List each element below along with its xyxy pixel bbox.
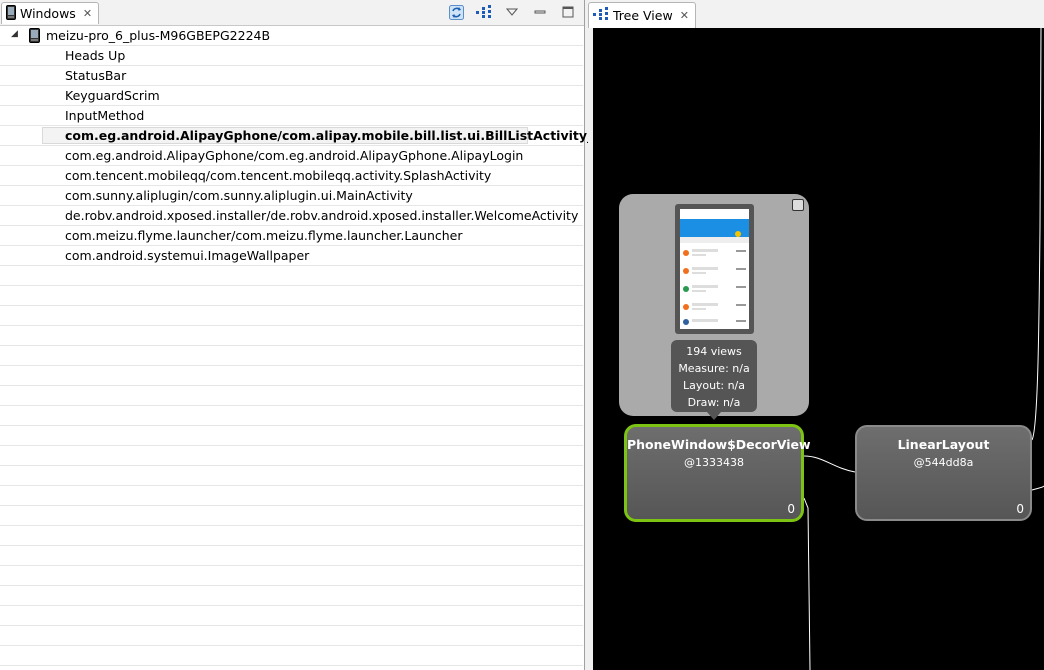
node-child-count: 0 [1016,502,1024,516]
device-node[interactable]: ◢ meizu-pro_6_plus-M96GBEPG2224B [0,26,583,46]
layout-time: Layout: n/a [682,379,745,392]
view-stats: 194 views Measure: n/a Layout: n/a Draw:… [671,340,757,412]
empty-row [0,566,583,586]
node-name: PhoneWindow$DecorView [627,437,811,452]
window-label: com.tencent.mobileqq/com.tencent.mobileq… [65,168,492,183]
empty-row [0,606,583,626]
empty-row [0,526,583,546]
tree-view-tabbar: Tree View ✕ [588,0,1044,28]
tree-node-linearlayout[interactable]: LinearLayout @544dd8a 0 [855,425,1032,521]
node-id: @1333438 [684,456,744,469]
empty-rows [0,266,583,666]
windows-panel: Windows ✕ ◢ meizu-pro_6_plus-M96GBEPG222… [0,0,593,670]
empty-row [0,266,583,286]
empty-row [0,466,583,486]
maximize-icon[interactable] [560,4,576,20]
window-item[interactable]: StatusBar [0,66,583,86]
window-label: InputMethod [65,108,145,123]
tab-windows-label: Windows [20,6,76,21]
expand-preview-icon[interactable] [792,199,804,211]
window-label: com.meizu.flyme.launcher/com.meizu.flyme… [65,228,463,243]
window-item[interactable]: com.tencent.mobileqq/com.tencent.mobileq… [0,166,583,186]
device-icon [29,28,40,46]
empty-row [0,366,583,386]
window-item[interactable]: com.android.systemui.ImageWallpaper [0,246,583,266]
window-label: de.robv.android.xposed.installer/de.robv… [65,208,579,223]
empty-row [0,426,583,446]
empty-row [0,586,583,606]
tree-node-decorview[interactable]: PhoneWindow$DecorView @1333438 0 [624,424,811,522]
window-item[interactable]: com.eg.android.AlipayGphone/com.eg.andro… [0,146,583,166]
views-count: 194 views [686,345,742,358]
refresh-icon[interactable] [448,4,464,20]
tab-windows[interactable]: Windows ✕ [1,2,100,24]
node-preview-popup: 194 views Measure: n/a Layout: n/a Draw:… [619,194,809,420]
empty-row [0,446,583,466]
empty-row [0,306,583,326]
window-item[interactable]: KeyguardScrim [0,86,583,106]
empty-row [0,406,583,426]
node-name: LinearLayout [897,437,990,452]
window-label: com.eg.android.AlipayGphone/com.eg.andro… [65,148,524,163]
empty-row [0,506,583,526]
window-label: com.eg.android.AlipayGphone/com.alipay.m… [65,128,594,143]
device-label: meizu-pro_6_plus-M96GBEPG2224B [46,28,271,43]
expand-arrow-icon[interactable]: ◢ [11,29,18,39]
node-child-count: 0 [787,502,795,516]
close-icon[interactable]: ✕ [83,7,92,20]
empty-row [0,386,583,406]
screen-thumbnail[interactable] [675,204,754,334]
window-label: KeyguardScrim [65,88,160,103]
window-item[interactable]: de.robv.android.xposed.installer/de.robv… [0,206,583,226]
window-item[interactable]: com.sunny.aliplugin/com.sunny.aliplugin.… [0,186,583,206]
measure-time: Measure: n/a [678,362,750,375]
empty-row [0,326,583,346]
draw-time: Draw: n/a [687,396,741,409]
load-hierarchy-icon[interactable] [476,4,492,20]
tree-view-icon [593,7,609,24]
window-label: Heads Up [65,48,126,63]
windows-tree: ◢ meizu-pro_6_plus-M96GBEPG2224B Heads U… [0,26,593,666]
window-item[interactable]: InputMethod [0,106,583,126]
window-label: com.android.systemui.ImageWallpaper [65,248,310,263]
window-label: StatusBar [65,68,127,83]
close-icon[interactable]: ✕ [680,9,689,22]
window-label: com.sunny.aliplugin/com.sunny.aliplugin.… [65,188,413,203]
window-item-selected[interactable]: com.eg.android.AlipayGphone/com.alipay.m… [0,126,593,146]
windows-tabbar: Windows ✕ [0,0,584,26]
tree-canvas[interactable]: 194 views Measure: n/a Layout: n/a Draw:… [593,28,1044,670]
empty-row [0,486,583,506]
window-item[interactable]: Heads Up [0,46,583,66]
popup-pointer [707,412,721,420]
empty-row [0,646,583,666]
empty-row [0,626,583,646]
view-menu-icon[interactable] [504,4,520,20]
tab-tree-view-label: Tree View [613,8,673,23]
empty-row [0,546,583,566]
window-item[interactable]: com.meizu.flyme.launcher/com.meizu.flyme… [0,226,583,246]
node-id: @544dd8a [913,456,974,469]
tab-tree-view[interactable]: Tree View ✕ [588,2,696,28]
tree-view-panel: Tree View ✕ 194 views Measure: n/a Layou… [588,0,1044,670]
device-icon [6,4,16,23]
empty-row [0,286,583,306]
empty-row [0,346,583,366]
minimize-icon[interactable] [532,4,548,20]
